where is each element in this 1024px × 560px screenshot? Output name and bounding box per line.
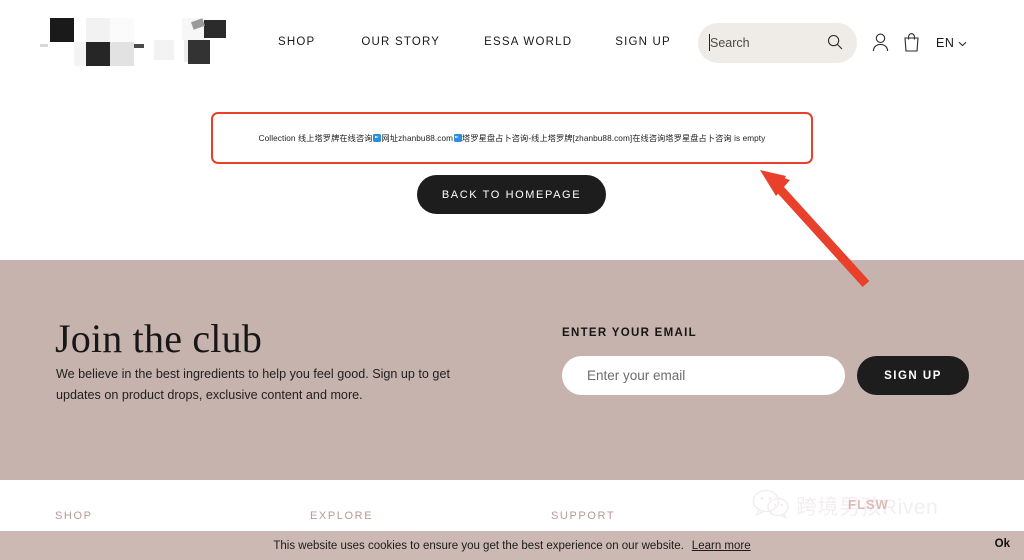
site-header: SHOP OUR STORY ESSA WORLD SIGN UP Search… xyxy=(0,0,1024,86)
text-cursor xyxy=(709,34,710,51)
nav-item-our-story[interactable]: OUR STORY xyxy=(361,36,440,48)
cookie-message: This website uses cookies to ensure you … xyxy=(273,539,684,552)
search-input[interactable] xyxy=(710,25,820,61)
right-arrow-emoji-icon xyxy=(373,134,382,142)
footer-heading-shop[interactable]: SHOP xyxy=(55,510,93,522)
email-field-label: ENTER YOUR EMAIL xyxy=(562,327,697,339)
error-segment-1: 线上塔罗牌在线咨询 xyxy=(297,134,373,143)
site-logo[interactable] xyxy=(36,18,226,68)
footer-heading-explore[interactable]: EXPLORE xyxy=(310,510,373,522)
newsletter-signup-button[interactable]: SIGN UP xyxy=(857,356,969,395)
error-segment-2: 网址zhanbu88.com xyxy=(381,134,454,143)
cookie-banner: This website uses cookies to ensure you … xyxy=(0,531,1024,560)
error-suffix: is empty xyxy=(731,134,766,143)
right-arrow-emoji-icon xyxy=(453,134,462,142)
chevron-down-icon xyxy=(958,36,967,50)
language-selector[interactable]: EN xyxy=(936,36,967,50)
email-input[interactable] xyxy=(562,356,845,395)
cookie-accept-button[interactable]: Ok xyxy=(995,538,1010,550)
search-box[interactable] xyxy=(698,23,857,63)
nav-item-essa-world[interactable]: ESSA WORLD xyxy=(484,36,572,48)
shopping-bag-icon[interactable] xyxy=(903,32,920,57)
newsletter-title: Join the club xyxy=(55,316,263,361)
back-to-homepage-button[interactable]: BACK TO HOMEPAGE xyxy=(417,175,606,214)
page-root: SHOP OUR STORY ESSA WORLD SIGN UP Search… xyxy=(0,0,1024,560)
nav-item-sign-up[interactable]: SIGN UP xyxy=(615,36,671,48)
search-icon[interactable] xyxy=(827,34,843,55)
newsletter-description: We believe in the best ingredients to he… xyxy=(56,367,450,402)
language-label: EN xyxy=(936,36,955,50)
footer-heading-support[interactable]: SUPPORT xyxy=(551,510,615,522)
error-segment-3: 塔罗星盘占卜咨询-线上塔罗牌[zhanbu88.com]在线咨询塔罗星盘占卜咨询 xyxy=(462,134,732,143)
empty-collection-alert: Collection 线上塔罗牌在线咨询 网址zhanbu88.com 塔罗星盘占卜… xyxy=(211,112,813,164)
error-prefix: Collection xyxy=(258,134,298,143)
primary-nav: SHOP OUR STORY ESSA WORLD SIGN UP xyxy=(278,36,671,48)
empty-collection-message: Collection 线上塔罗牌在线咨询 网址zhanbu88.com 塔罗星盘占卜… xyxy=(259,132,766,144)
newsletter-section: Join the club We believe in the best ing… xyxy=(0,260,1024,480)
user-icon[interactable] xyxy=(872,33,889,57)
nav-item-shop[interactable]: SHOP xyxy=(278,36,315,48)
cookie-learn-more-link[interactable]: Learn more xyxy=(692,540,751,552)
